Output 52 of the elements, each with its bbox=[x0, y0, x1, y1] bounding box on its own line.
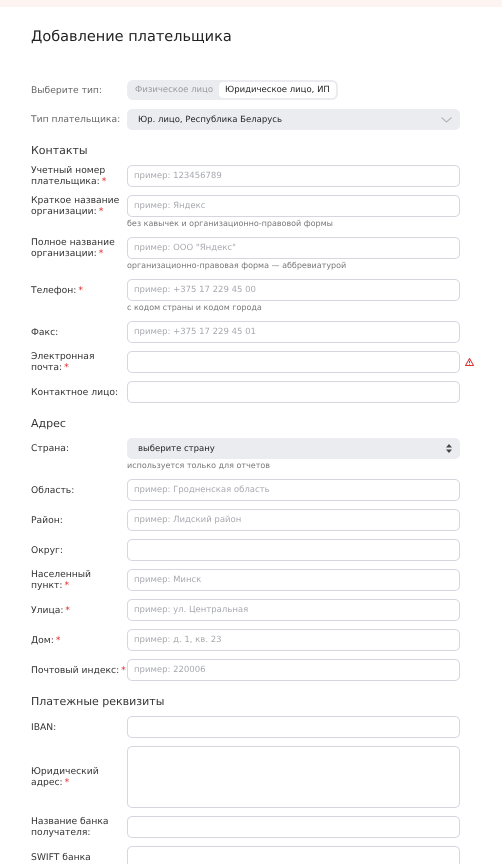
field-label: Страна: bbox=[31, 443, 70, 454]
chevron-down-icon bbox=[441, 116, 452, 122]
field-label: Краткое название организации: * bbox=[31, 195, 120, 217]
section-heading: Платежные реквизиты bbox=[31, 695, 166, 709]
field-label: Электронная почта: * bbox=[31, 351, 96, 373]
field-label: SWIFT банка bbox=[31, 852, 92, 862]
country-select[interactable]: выберите страну bbox=[127, 438, 460, 459]
field-label: Полное название организации: * bbox=[31, 237, 116, 259]
text-field[interactable]: пример: д. 1, кв. 23 bbox=[127, 629, 460, 651]
text-field[interactable]: пример: ул. Центральная bbox=[127, 599, 460, 621]
text-field[interactable] bbox=[127, 351, 460, 373]
field-label: Учетный номер плательщика: * bbox=[31, 165, 108, 187]
field-label: Округ: bbox=[31, 544, 64, 556]
field-label: Телефон: * bbox=[31, 284, 84, 296]
field-hint: с кодом страны и кодом города bbox=[127, 303, 263, 313]
text-field[interactable] bbox=[127, 716, 460, 738]
field-label: Тип плательщика: bbox=[31, 114, 122, 125]
text-field[interactable]: пример: +375 17 229 45 00 bbox=[127, 279, 460, 301]
field-label: Район: bbox=[31, 514, 64, 526]
text-field[interactable]: пример: 123456789 bbox=[127, 165, 460, 187]
field-label: Область: bbox=[31, 484, 76, 496]
text-field[interactable]: пример: +375 17 229 45 01 bbox=[127, 321, 460, 343]
field-hint: используется только для отчетов bbox=[127, 461, 271, 471]
field-label: Выберите тип: bbox=[31, 84, 104, 96]
type-option[interactable]: Юридическое лицо, ИП bbox=[219, 82, 336, 98]
text-field[interactable]: пример: 220006 bbox=[127, 659, 460, 681]
section-heading: Адрес bbox=[31, 417, 67, 431]
section-heading: Контакты bbox=[31, 144, 89, 158]
field-label: Юридический адрес: * bbox=[31, 766, 100, 788]
field-label: Факс: bbox=[31, 326, 60, 338]
sort-arrows-icon bbox=[446, 444, 452, 453]
payer-type-select[interactable]: Юр. лицо, Республика Беларусь bbox=[127, 109, 460, 130]
field-label: Дом: * bbox=[31, 634, 62, 646]
text-field[interactable]: пример: Лидский район bbox=[127, 509, 460, 531]
text-field[interactable] bbox=[127, 846, 460, 864]
field-label: Контактное лицо: bbox=[31, 386, 120, 398]
field-label: IBAN: bbox=[31, 722, 58, 732]
page-title: Добавление плательщика bbox=[31, 28, 233, 47]
field-label: Название банка получателя: bbox=[31, 816, 110, 838]
field-label: Улица: * bbox=[31, 604, 72, 616]
field-label: Почтовый индекс: * bbox=[31, 664, 127, 676]
text-field[interactable] bbox=[127, 381, 460, 403]
field-hint: без кавычек и организационно-правовой формы bbox=[127, 219, 334, 229]
text-area[interactable] bbox=[127, 746, 460, 808]
text-field[interactable]: пример: Минск bbox=[127, 569, 460, 591]
text-field[interactable]: пример: Гродненская область bbox=[127, 479, 460, 501]
text-field[interactable] bbox=[127, 539, 460, 561]
text-field[interactable]: пример: Яндекс bbox=[127, 195, 460, 217]
text-field[interactable]: пример: ООО "Яндекс" bbox=[127, 237, 460, 259]
field-label: Населенный пункт: * bbox=[31, 569, 92, 591]
text-field[interactable] bbox=[127, 816, 460, 838]
field-hint: организационно-правовая форма — аббревиатурой bbox=[127, 261, 348, 271]
